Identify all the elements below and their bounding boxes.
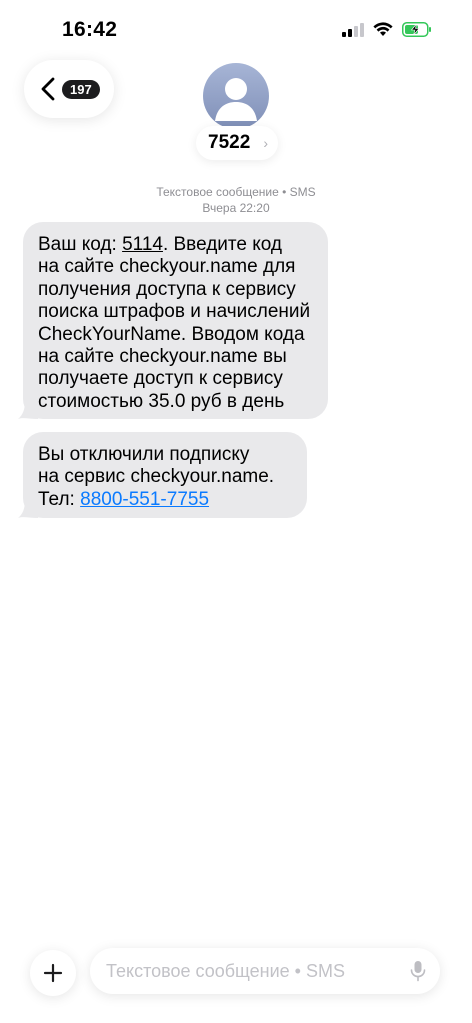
wifi-icon (373, 22, 393, 36)
message-input[interactable]: Текстовое сообщение • SMS (90, 948, 440, 994)
message-bubble[interactable]: Ваш код: 5114. Введите код на сайте chec… (18, 222, 328, 419)
message-line: CheckYourName. Вводом кода (38, 323, 305, 345)
battery-charging-icon (402, 22, 432, 37)
status-bar: 16:42 (0, 0, 472, 60)
bubble-tail (18, 401, 38, 419)
contact-name-button[interactable]: 7522 › (196, 126, 278, 160)
status-time: 16:42 (62, 18, 118, 41)
message-line: на сайте checkyour.name для (38, 256, 296, 278)
message-line: Тел: 8800-551-7755 (38, 488, 210, 510)
message-line: на сервис checkyour.name. (38, 466, 275, 488)
status-icons (342, 22, 432, 37)
message-line: Вы отключили подписку (38, 444, 250, 465)
bubble-tail (18, 500, 38, 518)
message-bubble[interactable]: Вы отключили подписку на сервис checkyou… (18, 432, 307, 518)
chevron-back-icon (41, 77, 55, 101)
chevron-right-icon: › (263, 135, 268, 151)
add-attachment-button[interactable] (30, 950, 76, 996)
signal-icon (342, 22, 364, 37)
message-input-placeholder: Текстовое сообщение • SMS (106, 961, 345, 981)
person-icon (215, 78, 257, 121)
contact-name: 7522 (208, 132, 251, 153)
verification-code[interactable]: 5114 (122, 234, 163, 255)
back-button[interactable]: 197 (24, 60, 114, 118)
message-timestamp: Текстовое сообщение • SMS Вчера 22:20 (0, 184, 472, 216)
message-line: поиска штрафов и начислений (38, 301, 311, 323)
plus-icon (43, 963, 63, 983)
message-line: на сайте checkyour.name вы (38, 346, 287, 368)
unread-count-badge: 197 (62, 80, 100, 99)
mic-icon[interactable] (410, 960, 426, 982)
message-line: получаете доступ к сервису (38, 368, 283, 390)
message-line: Ваш код: 5114. Введите код (38, 234, 283, 255)
timestamp-date: Вчера 22:20 (202, 201, 270, 215)
service-label: Текстовое сообщение • SMS (156, 185, 316, 199)
message-line: получения доступа к сервису (38, 278, 296, 300)
contact-avatar[interactable] (203, 63, 269, 129)
phone-link[interactable]: 8800-551-7755 (80, 489, 209, 510)
message-line: стоимостью 35.0 руб в день (38, 390, 285, 412)
